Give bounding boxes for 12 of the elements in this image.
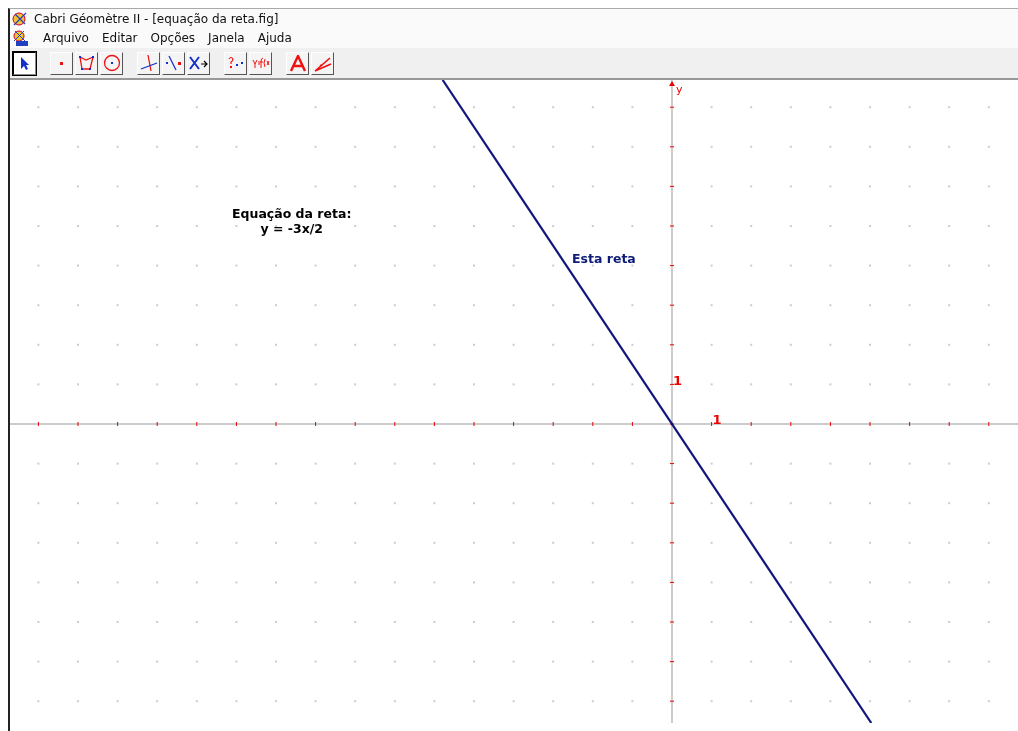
window-title: Cabri Géomètre II - [equação da reta.fig] — [34, 11, 279, 26]
menu-item[interactable]: Opções — [150, 31, 196, 45]
axis-label: y — [676, 83, 683, 97]
menu-item[interactable]: Editar — [101, 31, 138, 45]
menu-item[interactable]: Arquivo — [43, 31, 89, 45]
equation-text: Equação da reta: — [232, 206, 352, 221]
menu-item[interactable]: Ajuda — [257, 31, 292, 45]
menu-item[interactable]: Janela — [208, 31, 245, 45]
axis-label: 1 — [712, 413, 722, 427]
line-label: Esta reta — [572, 251, 636, 266]
equation-text: y = -3x/2 — [259, 221, 324, 236]
axis-label: 1 — [673, 374, 683, 388]
